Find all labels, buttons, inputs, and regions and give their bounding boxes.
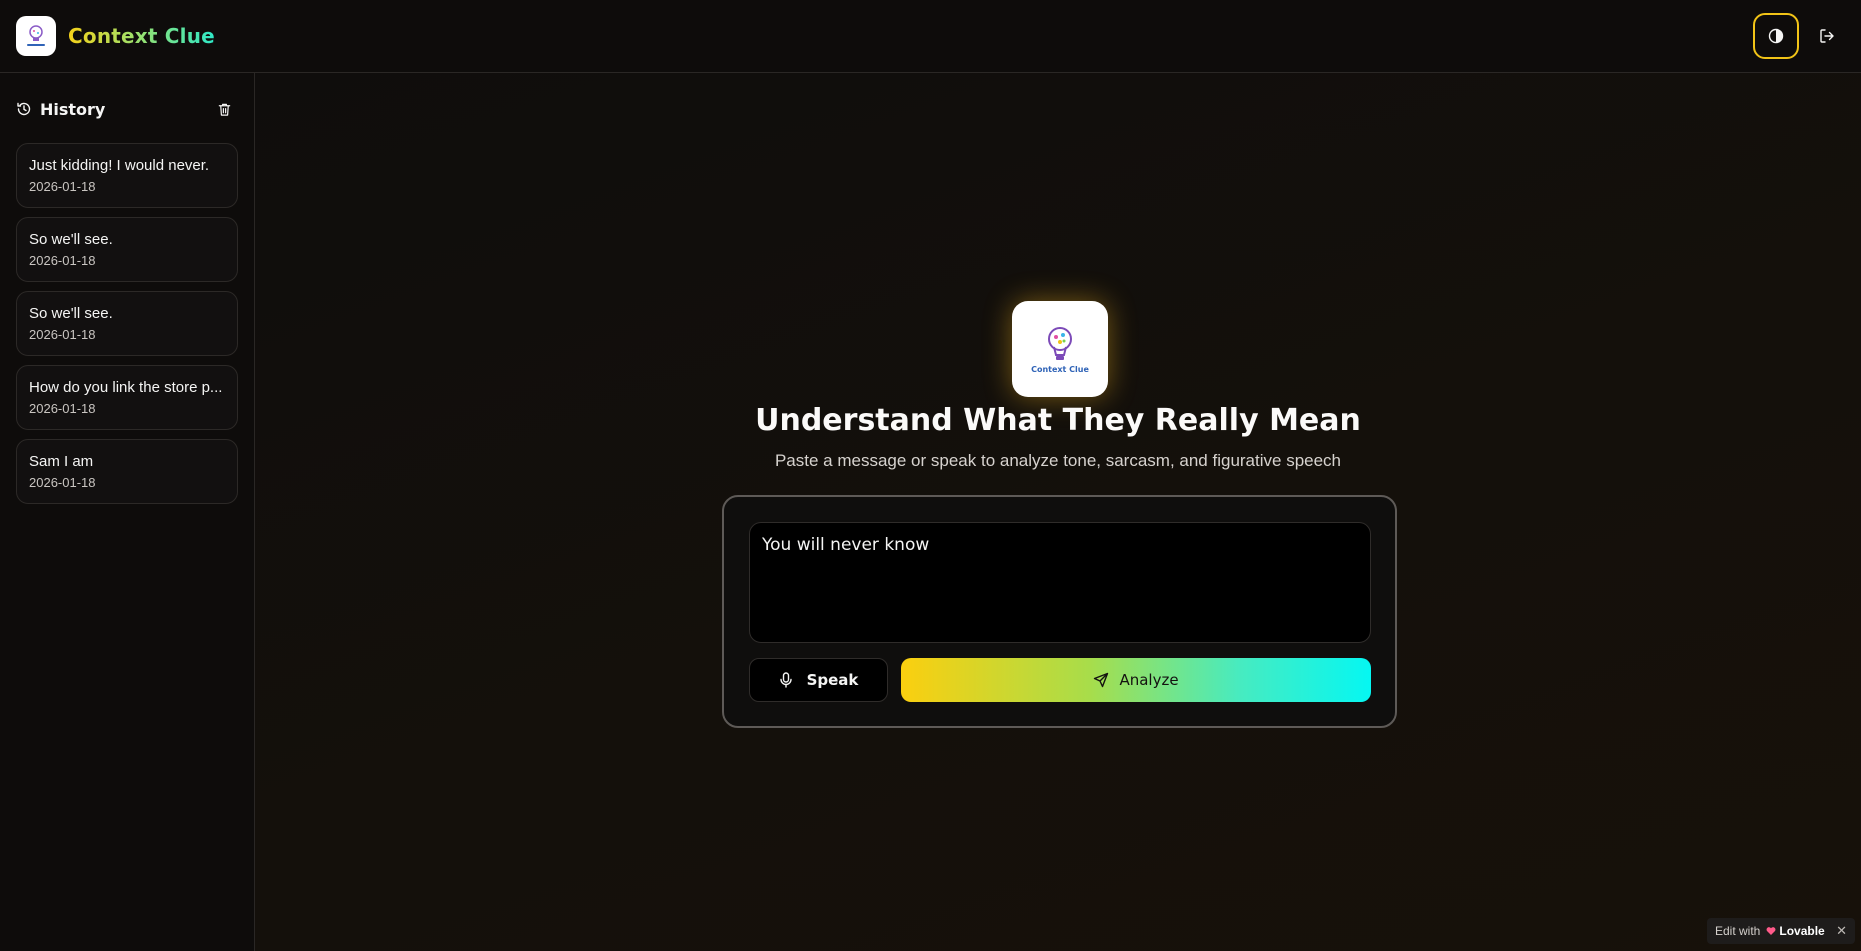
history-item-date: 2026-01-18 bbox=[29, 179, 96, 194]
history-item-date: 2026-01-18 bbox=[29, 475, 96, 490]
lightbulb-logo-icon: Context Clue bbox=[1031, 327, 1089, 374]
close-icon[interactable]: ✕ bbox=[1836, 923, 1847, 939]
app-name: Context Clue bbox=[68, 24, 215, 48]
header-actions bbox=[1753, 13, 1845, 59]
history-item-text: So we'll see. bbox=[29, 305, 113, 322]
lightbulb-logo-icon bbox=[27, 25, 45, 46]
analyze-button[interactable]: Analyze bbox=[901, 658, 1371, 702]
app-logo bbox=[16, 16, 56, 56]
top-header: Context Clue bbox=[0, 0, 1861, 73]
history-sidebar: History Just kidding! I would never. 202… bbox=[0, 73, 255, 951]
logout-icon bbox=[1820, 29, 1834, 43]
message-input[interactable]: You will never know bbox=[749, 522, 1371, 643]
sidebar-title-label: History bbox=[40, 99, 106, 119]
hero-logo-text: Context Clue bbox=[1031, 365, 1089, 374]
history-item[interactable]: So we'll see. 2026-01-18 bbox=[16, 217, 238, 282]
microphone-icon bbox=[779, 672, 792, 688]
history-item[interactable]: So we'll see. 2026-01-18 bbox=[16, 291, 238, 356]
page-title: Understand What They Really Mean bbox=[755, 403, 1361, 438]
history-item-text: So we'll see. bbox=[29, 231, 113, 248]
theme-toggle-button[interactable] bbox=[1753, 13, 1799, 59]
history-item-text: How do you link the store p... bbox=[29, 379, 223, 396]
trash-icon bbox=[218, 103, 230, 116]
brand[interactable]: Context Clue bbox=[16, 16, 215, 56]
analyze-card: You will never know Speak Analyze bbox=[722, 495, 1397, 728]
history-item-date: 2026-01-18 bbox=[29, 253, 96, 268]
page-subtitle: Paste a message or speak to analyze tone… bbox=[774, 451, 1342, 470]
badge-brand: Lovable bbox=[1766, 924, 1825, 938]
heart-icon bbox=[1766, 927, 1776, 935]
badge-brand-label: Lovable bbox=[1779, 924, 1825, 938]
contrast-icon bbox=[1768, 28, 1784, 44]
history-icon bbox=[17, 102, 31, 116]
sidebar-header: History bbox=[16, 89, 238, 129]
send-icon bbox=[1094, 672, 1109, 688]
history-item[interactable]: Just kidding! I would never. 2026-01-18 bbox=[16, 143, 238, 208]
app-root: Context Clue History Just kidding! I wou… bbox=[0, 0, 1861, 951]
lovable-badge[interactable]: Edit with Lovable ✕ bbox=[1707, 918, 1855, 944]
history-item-text: Just kidding! I would never. bbox=[29, 157, 210, 174]
badge-edit-label: Edit with bbox=[1715, 924, 1761, 938]
history-item-date: 2026-01-18 bbox=[29, 401, 96, 416]
hero-logo: Context Clue bbox=[1012, 301, 1108, 397]
speak-button-label: Speak bbox=[806, 671, 859, 689]
main-content: Context Clue Understand What They Really… bbox=[255, 73, 1861, 951]
history-item-date: 2026-01-18 bbox=[29, 327, 96, 342]
speak-button[interactable]: Speak bbox=[749, 658, 888, 702]
history-list: Just kidding! I would never. 2026-01-18 … bbox=[16, 143, 238, 504]
logout-button[interactable] bbox=[1809, 18, 1845, 54]
sidebar-title: History bbox=[16, 100, 105, 119]
history-item-text: Sam I am bbox=[29, 453, 94, 470]
clear-history-button[interactable] bbox=[210, 95, 238, 123]
history-item[interactable]: Sam I am 2026-01-18 bbox=[16, 439, 238, 504]
analyze-button-label: Analyze bbox=[1119, 671, 1179, 689]
history-item[interactable]: How do you link the store p... 2026-01-1… bbox=[16, 365, 238, 430]
